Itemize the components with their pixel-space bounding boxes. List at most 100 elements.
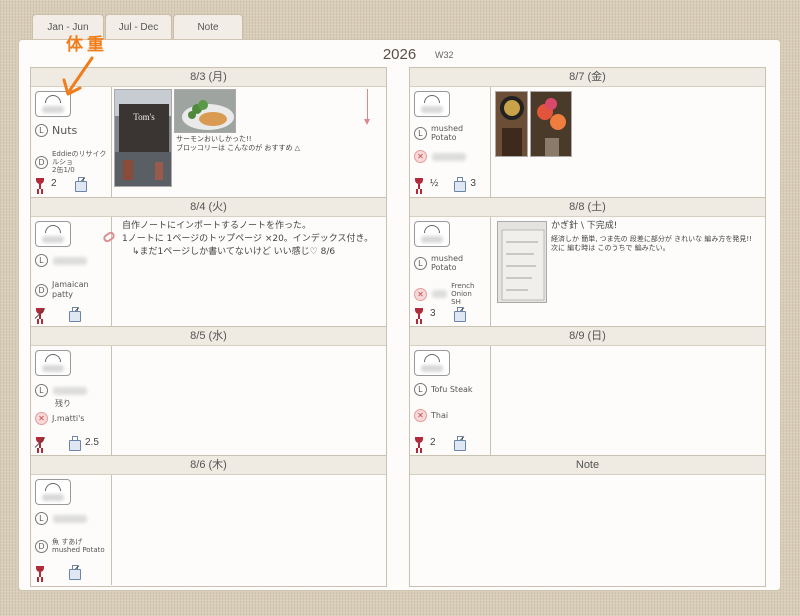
restaurant-icon: ✕ [414, 409, 427, 422]
dinner-text: Eddieのリサイクルショ 2缶1/0 [52, 150, 107, 174]
svg-text:Tom's: Tom's [133, 112, 155, 122]
wine-icon [35, 565, 45, 578]
wine-icon [34, 307, 46, 320]
scale-icon[interactable] [35, 479, 71, 505]
day-8-9[interactable]: 8/9 (日) L Tofu Steak ✕ Thai 2 [410, 326, 765, 456]
water-icon [68, 307, 81, 322]
note-line: 自作ノートにインポートするノートを作った。 [122, 221, 312, 231]
blurred-text [53, 514, 87, 523]
scale-icon[interactable] [414, 350, 450, 376]
food-photo[interactable] [174, 89, 236, 133]
blurred-text [53, 386, 87, 395]
callout-arrow-icon [62, 56, 94, 96]
day-main-area[interactable]: かぎ針 \ 下完成! 経済しか 簡単, つま先の 段差に部分が きれいな 編み方… [491, 217, 765, 327]
day-8-6[interactable]: 8/6 (木) L D 魚 すあげ mushed Potato [31, 455, 386, 585]
day-side-panel: Lmushed Potato ✕ French Onion SH 3 [410, 217, 491, 327]
lunch-icon: L [414, 256, 427, 270]
wine-icon [35, 177, 45, 190]
week-number: W32 [435, 50, 454, 60]
blurred-text [432, 290, 448, 298]
lunch-text: mushed Potato [431, 254, 464, 272]
lunch-icon: L [35, 124, 48, 137]
day-side-panel: L D 魚 すあげ mushed Potato [31, 475, 112, 585]
day-header: 8/5 (水) [31, 327, 386, 346]
knitting-photo[interactable] [497, 221, 547, 303]
left-column: 8/3 (月) L Nuts D Eddieのリサイクルショ 2缶1/0 2 T… [30, 67, 387, 587]
scale-icon[interactable] [35, 221, 71, 247]
balloon-photo[interactable] [495, 91, 528, 157]
water-icon [68, 565, 81, 580]
dinner-text: 魚 すあげ mushed Potato [52, 538, 105, 554]
photo-caption: サーモンおいしかった!! ブロッコリーは こんなのが おすすめ △ [176, 135, 301, 152]
blurred-text [53, 256, 87, 265]
note-header: Note [410, 456, 765, 475]
restaurant-icon: ✕ [414, 287, 427, 301]
lunch-icon: L [35, 384, 48, 397]
lunch-icon: L [414, 383, 427, 396]
note-line: ↳まだ1ページしか書いてないけど いい感じ♡ 8/6 [132, 247, 336, 257]
lunch-icon: L [35, 254, 48, 267]
water-icon [74, 177, 87, 192]
day-main-area[interactable]: 自作ノートにインポートするノートを作った。 1ノートに 1ページのトップページ … [101, 217, 386, 327]
scale-icon[interactable] [414, 221, 450, 247]
dinner-icon: D [35, 283, 48, 297]
day-8-4[interactable]: 8/4 (火) L D Jamaican patty 自作ノートにインポートする… [31, 197, 386, 327]
day-8-5[interactable]: 8/5 (水) L 残り ✕ J.matti's 2.5 [31, 326, 386, 456]
lunch-text: 残り [55, 399, 71, 408]
note-line: 1ノートに 1ページのトップページ ×20。インデックス付き。 [122, 234, 374, 244]
drink-count: ½ [430, 178, 439, 189]
drink-count: 3 [430, 308, 436, 319]
lunch-text: Nuts [52, 124, 78, 137]
blurred-text [432, 152, 466, 161]
water-icon [453, 307, 466, 322]
lunch-icon: L [414, 126, 427, 140]
water-icon [453, 436, 466, 451]
day-side-panel: L 残り ✕ J.matti's 2.5 [31, 346, 112, 456]
lunch-text: mushed Potato [431, 124, 464, 142]
wine-icon [414, 177, 424, 190]
note-title: かぎ針 \ 下完成! [551, 221, 618, 231]
dinner-text: French Onion SH [451, 282, 475, 306]
note-body: 経済しか 簡単, つま先の 段差に部分が きれいな 編み方を発見!! 次に 編む… [551, 235, 752, 252]
day-main-area[interactable] [112, 346, 386, 456]
lunch-icon: L [35, 512, 48, 525]
scale-icon[interactable] [35, 350, 71, 376]
lunch-text: Tofu Steak [431, 385, 473, 394]
day-main-area[interactable] [491, 346, 765, 456]
water-icon [454, 177, 467, 192]
wine-icon [414, 436, 424, 449]
day-header: 8/6 (木) [31, 456, 386, 475]
wine-icon [34, 436, 46, 449]
flowers-photo[interactable] [530, 91, 572, 157]
planner-page: 2026 W32 8/3 (月) L Nuts D Eddieのリサイクルショ 2… [18, 39, 781, 591]
note-section[interactable]: Note [410, 455, 765, 587]
year-title: 2026 [382, 46, 417, 63]
day-main-area[interactable] [491, 87, 765, 197]
tab-note-index[interactable]: Note Index [173, 14, 243, 59]
dinner-text: Jamaican patty [52, 280, 89, 299]
wine-icon [414, 307, 424, 320]
day-header: 8/7 (金) [410, 68, 765, 87]
day-header: 8/8 (土) [410, 198, 765, 217]
dinner-text: J.matti's [52, 414, 85, 423]
day-8-8[interactable]: 8/8 (土) Lmushed Potato ✕ French Onion SH… [410, 197, 765, 327]
arrow-down-icon [364, 89, 370, 125]
note-body-area[interactable] [410, 475, 765, 585]
day-main-area[interactable]: Tom's サーモンおいしかった!! ブロッコリーは こんなのが おすすめ △ [112, 87, 386, 197]
dinner-icon: D [35, 539, 48, 553]
drink-count: 2 [51, 178, 57, 189]
restaurant-icon: ✕ [35, 412, 48, 425]
water-count: 3 [470, 178, 476, 189]
tab-jul-dec[interactable]: Jul - Dec [105, 14, 172, 40]
day-side-panel: L Nuts D Eddieのリサイクルショ 2缶1/0 2 [31, 87, 112, 197]
day-8-7[interactable]: 8/7 (金) Lmushed Potato ✕ ½ 3 [410, 68, 765, 198]
tab-bar: Jan - Jun Jul - Dec Note Index [32, 14, 244, 59]
day-main-area[interactable] [112, 475, 386, 585]
dinner-text: Thai [431, 411, 449, 420]
restaurant-photo[interactable]: Tom's [114, 89, 172, 187]
water-count: 2.5 [85, 437, 99, 448]
restaurant-icon: ✕ [414, 150, 427, 163]
dinner-icon: D [35, 155, 48, 169]
scale-icon[interactable] [414, 91, 450, 117]
day-note: 自作ノートにインポートするノートを作った。 1ノートに 1ページのトップページ … [122, 220, 373, 259]
